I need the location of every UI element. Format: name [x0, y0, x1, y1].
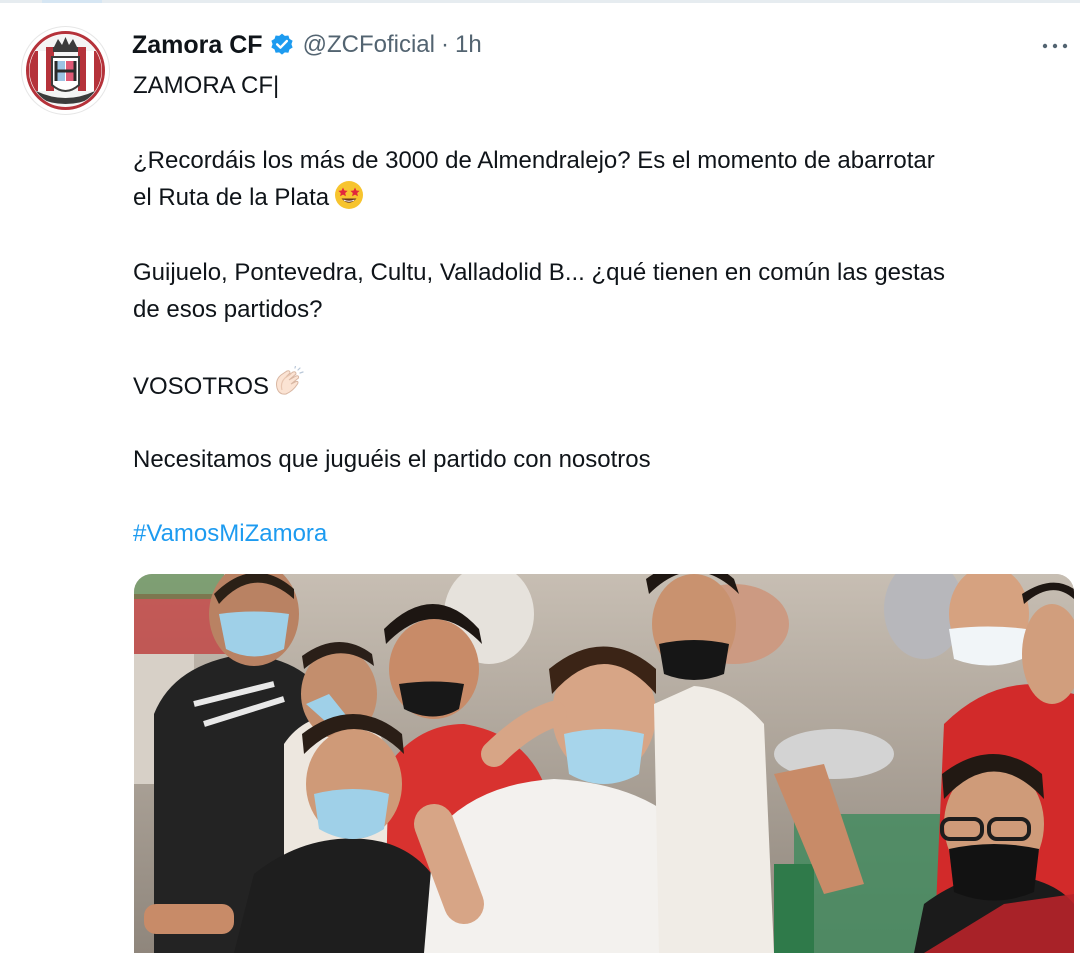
author-handle[interactable]: @ZCFoficial [303, 31, 435, 59]
avatar[interactable] [22, 27, 109, 114]
tweet-text-paragraph: VOSOTROS [133, 365, 305, 403]
tweet-text-line: de esos partidos? [133, 296, 323, 323]
star-struck-emoji-icon [333, 179, 365, 222]
tweet-text-line: Guijuelo, Pontevedra, Cultu, Valladolid … [133, 259, 946, 286]
tweet-text-fragment: VOSOTROS [133, 373, 270, 400]
tweet-text-line-with-emoji: VOSOTROS [133, 365, 305, 403]
top-divider-accent [42, 0, 102, 3]
more-options-icon[interactable] [1040, 36, 1070, 56]
tweet-text-line-with-emoji: el Ruta de la Plata [133, 179, 935, 216]
hashtag-link[interactable]: #VamosMiZamora [133, 515, 327, 552]
tweet-text-line: Necesitamos que juguéis el partido con n… [133, 446, 651, 473]
tweet-text-line: ZAMORA CF| [133, 72, 280, 99]
verified-badge-icon [269, 32, 295, 58]
author-display-name[interactable]: Zamora CF [132, 31, 263, 60]
tweet-text-paragraph: ¿Recordáis los más de 3000 de Almendrale… [133, 142, 935, 216]
zamora-cf-crest-icon [22, 27, 109, 114]
tweet-text-paragraph: Necesitamos que juguéis el partido con n… [133, 441, 651, 478]
tweet-text-line: ¿Recordáis los más de 3000 de Almendrale… [133, 147, 935, 174]
tweet-text-paragraph: Guijuelo, Pontevedra, Cultu, Valladolid … [133, 254, 945, 328]
tweet-timestamp[interactable]: 1h [455, 31, 482, 59]
tweet-media-photo[interactable] [134, 574, 1074, 953]
top-divider [0, 0, 1080, 3]
tweet-hashtag-paragraph: #VamosMiZamora [133, 515, 327, 552]
tweet-text-fragment: el Ruta de la Plata [133, 184, 330, 211]
tweet-text: ZAMORA CF| [133, 67, 279, 104]
tweet-header: Zamora CF @ZCFoficial · 1h [132, 28, 482, 62]
fans-wearing-masks-photo [134, 574, 1074, 953]
header-separator: · [440, 31, 449, 58]
clapping-hands-emoji-icon [271, 365, 305, 411]
